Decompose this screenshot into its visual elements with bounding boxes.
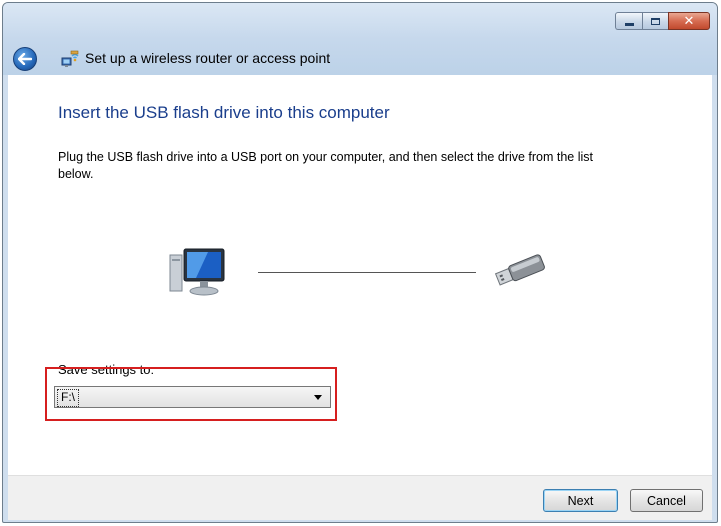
cancel-button[interactable]: Cancel: [630, 489, 703, 512]
drive-select[interactable]: F:\: [54, 386, 331, 408]
usb-flash-drive-icon: [494, 254, 545, 286]
maximize-icon: [651, 17, 660, 25]
close-button[interactable]: ✕: [668, 12, 710, 30]
maximize-button[interactable]: [642, 12, 668, 30]
chevron-down-icon: [314, 394, 322, 400]
next-button[interactable]: Next: [543, 489, 618, 512]
connection-line: [258, 272, 476, 273]
save-settings-label: Save settings to:: [58, 362, 155, 377]
instruction-text: Plug the USB flash drive into a USB port…: [58, 150, 593, 181]
drive-select-value: F:\: [57, 389, 79, 407]
back-button[interactable]: [13, 47, 37, 71]
minimize-icon: [624, 22, 634, 26]
back-arrow-icon: [18, 53, 32, 65]
caption-buttons: ✕: [615, 12, 710, 30]
minimize-button[interactable]: [615, 12, 642, 30]
dropdown-arrow-button[interactable]: [306, 387, 330, 407]
wizard-content: Insert the USB flash drive into this com…: [8, 75, 712, 475]
page-heading: Insert the USB flash drive into this com…: [58, 103, 390, 122]
wizard-footer: Next Cancel: [8, 475, 712, 520]
computer-icon: [169, 248, 225, 296]
window-title: Set up a wireless router or access point: [85, 50, 331, 66]
wireless-network-icon: [61, 50, 79, 67]
close-icon: ✕: [683, 13, 695, 29]
title-bar: ✕ Set up a wireless router or access poi…: [3, 3, 717, 75]
wizard-window: ✕ Set up a wireless router or access poi…: [2, 2, 718, 523]
